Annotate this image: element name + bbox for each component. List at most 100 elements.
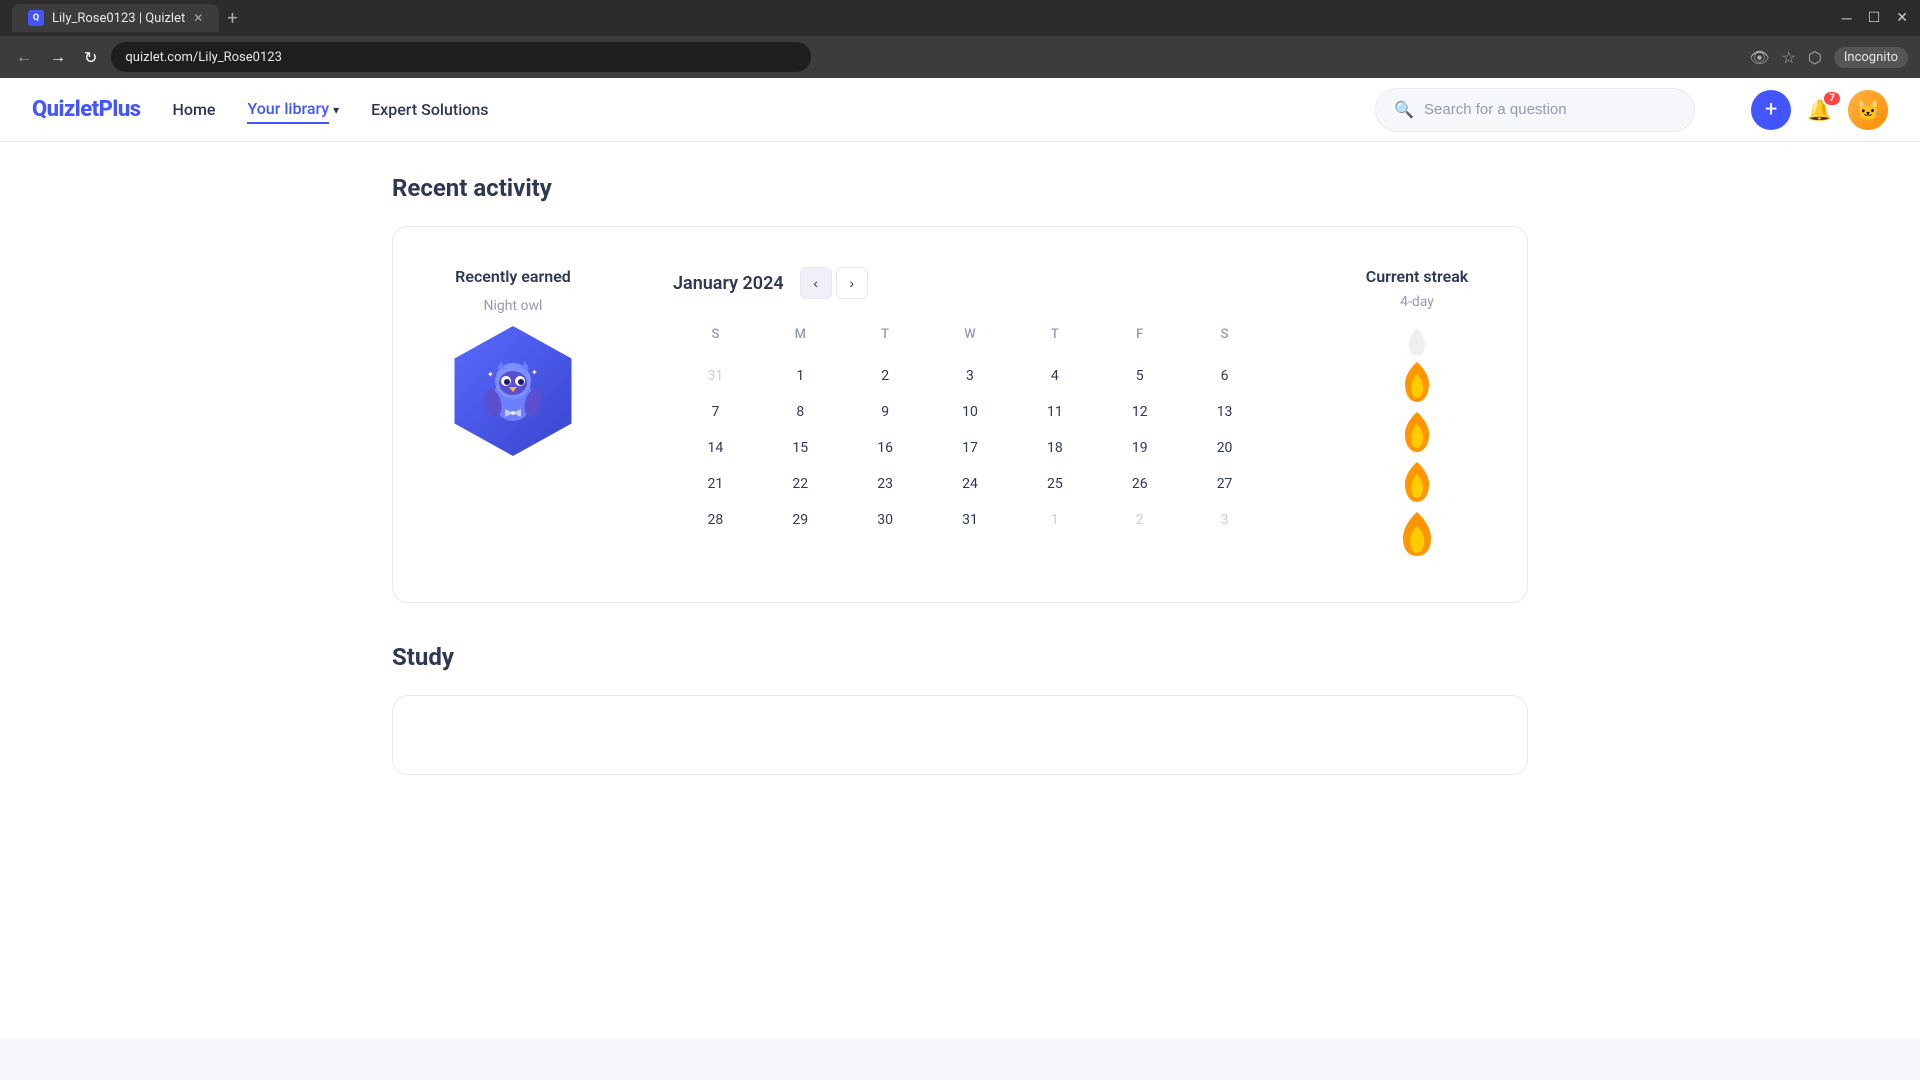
badge-name: Night owl	[484, 298, 543, 314]
recent-activity-title: Recent activity	[392, 174, 1528, 202]
search-bar[interactable]: 🔍	[1375, 88, 1695, 132]
day-label-sun: S	[673, 319, 758, 350]
calendar-section: January 2024 ‹ › S M T W T F S	[673, 267, 1267, 538]
search-icon: 🔍	[1394, 100, 1414, 119]
flame-icon	[1401, 410, 1433, 454]
search-input[interactable]	[1424, 101, 1664, 118]
window-controls: ─ ☐ ✕	[1842, 10, 1908, 27]
cal-date: 29	[758, 502, 843, 538]
cal-date: 2	[843, 358, 928, 394]
empty-flame-icon	[1407, 326, 1427, 358]
day-label-thu: T	[1012, 319, 1097, 350]
close-window-button[interactable]: ✕	[1896, 10, 1908, 27]
streak-count: 4-day	[1400, 294, 1434, 310]
svg-text:✦: ✦	[487, 370, 494, 379]
new-tab-button[interactable]: +	[227, 8, 237, 29]
calendar-week-2: 7 8 9 10 11 12 13	[673, 394, 1267, 430]
day-label-fri: F	[1097, 319, 1182, 350]
streak-section: Current streak 4-day	[1347, 267, 1487, 562]
cal-date: 17	[928, 430, 1013, 466]
close-tab-button[interactable]: ✕	[193, 11, 203, 25]
owl-badge: ✦ ✦	[448, 326, 578, 456]
minimize-button[interactable]: ─	[1842, 10, 1852, 27]
cal-date: 5	[1097, 358, 1182, 394]
extension-icon[interactable]: ⬡	[1808, 48, 1822, 67]
calendar-next-button[interactable]: ›	[836, 267, 868, 299]
cal-date: 3	[928, 358, 1013, 394]
notification-badge: 7	[1824, 92, 1840, 105]
cal-date: 18	[1012, 430, 1097, 466]
day-label-wed: W	[928, 319, 1013, 350]
user-avatar[interactable]: 🐱	[1848, 90, 1888, 130]
url-text: quizlet.com/Lily_Rose0123	[125, 50, 281, 65]
cal-date: 24	[928, 466, 1013, 502]
owl-icon: ✦ ✦	[477, 355, 549, 427]
calendar-prev-button[interactable]: ‹	[800, 267, 832, 299]
browser-chrome: Q Lily_Rose0123 | Quizlet ✕ + ─ ☐ ✕ ← → …	[0, 0, 1920, 78]
page-content: Recent activity Recently earned Night ow…	[360, 142, 1560, 807]
calendar-month: January 2024	[673, 273, 784, 294]
streak-flame-1	[1401, 360, 1433, 408]
app-container: QuizletPlus Home Your library ▾ Expert S…	[0, 78, 1920, 1038]
calendar-days-header: S M T W T F S	[673, 319, 1267, 350]
streak-flame-3	[1401, 460, 1433, 508]
notifications-button[interactable]: 🔔 7	[1807, 98, 1832, 122]
chevron-down-icon: ▾	[333, 103, 339, 117]
cal-date: 31	[928, 502, 1013, 538]
cal-date: 1	[1012, 502, 1097, 538]
cal-date: 26	[1097, 466, 1182, 502]
cal-date: 23	[843, 466, 928, 502]
calendar-navigation: ‹ ›	[800, 267, 868, 299]
browser-titlebar: Q Lily_Rose0123 | Quizlet ✕ + ─ ☐ ✕	[0, 0, 1920, 36]
recently-earned-title: Recently earned	[455, 267, 571, 286]
your-library-nav[interactable]: Your library ▾	[247, 95, 339, 124]
streak-flame-empty	[1407, 326, 1427, 358]
nav-home[interactable]: Home	[173, 96, 216, 123]
cal-date: 22	[758, 466, 843, 502]
calendar-weeks: 31 1 2 3 4 5 6 7 8 9	[673, 358, 1267, 538]
calendar-week-4: 21 22 23 24 25 26 27	[673, 466, 1267, 502]
activity-card: Recently earned Night owl	[392, 226, 1528, 603]
nav-expert-solutions[interactable]: Expert Solutions	[371, 96, 488, 123]
browser-tab[interactable]: Q Lily_Rose0123 | Quizlet ✕	[12, 4, 219, 32]
calendar-grid: S M T W T F S 31 1 2 3	[673, 319, 1267, 538]
cal-date: 9	[843, 394, 928, 430]
streak-title: Current streak	[1366, 267, 1469, 286]
back-button[interactable]: ←	[12, 43, 36, 71]
cal-date: 2	[1097, 502, 1182, 538]
streak-flame-4	[1399, 510, 1435, 562]
flame-icon-large	[1399, 510, 1435, 558]
nav-actions: + 🔔 7 🐱	[1751, 90, 1888, 130]
cal-date: 13	[1182, 394, 1267, 430]
streak-flame-2	[1401, 410, 1433, 458]
flame-icon	[1401, 460, 1433, 504]
forward-button[interactable]: →	[46, 43, 70, 71]
cal-date: 28	[673, 502, 758, 538]
cal-date: 7	[673, 394, 758, 430]
cal-date: 16	[843, 430, 928, 466]
cal-date: 3	[1182, 502, 1267, 538]
cal-date: 30	[843, 502, 928, 538]
cal-date: 6	[1182, 358, 1267, 394]
maximize-button[interactable]: ☐	[1868, 10, 1881, 27]
cal-date: 20	[1182, 430, 1267, 466]
toolbar-right: 👁 ☆ ⬡ Incognito	[1749, 47, 1908, 68]
cal-date: 19	[1097, 430, 1182, 466]
day-label-tue: T	[843, 319, 928, 350]
star-icon[interactable]: ☆	[1782, 48, 1796, 67]
cal-date: 8	[758, 394, 843, 430]
day-label-mon: M	[758, 319, 843, 350]
nav-your-library[interactable]: Your library	[247, 95, 329, 124]
reload-button[interactable]: ↻	[80, 44, 101, 71]
study-section: Study	[392, 643, 1528, 775]
cal-date: 31	[673, 358, 758, 394]
cal-date: 15	[758, 430, 843, 466]
badge-hexagon: ✦ ✦	[448, 326, 578, 456]
address-bar[interactable]: quizlet.com/Lily_Rose0123	[111, 42, 811, 72]
add-button[interactable]: +	[1751, 90, 1791, 130]
flame-icon	[1401, 360, 1433, 404]
quizlet-logo[interactable]: QuizletPlus	[32, 97, 141, 122]
calendar-week-1: 31 1 2 3 4 5 6	[673, 358, 1267, 394]
recently-earned-section: Recently earned Night owl	[433, 267, 593, 456]
cal-date: 27	[1182, 466, 1267, 502]
